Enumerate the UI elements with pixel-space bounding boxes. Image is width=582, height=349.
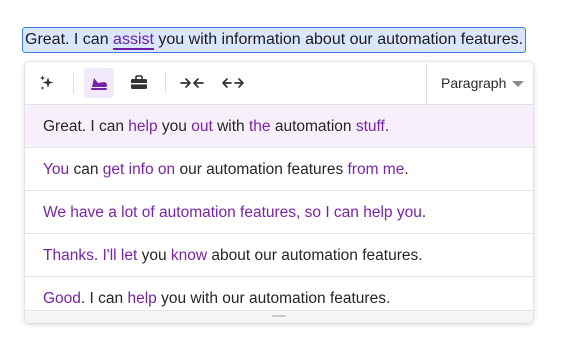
suggestion-changed-text: the <box>248 118 271 135</box>
suggestion-changed-text: Good <box>43 290 81 307</box>
briefcase-button[interactable] <box>124 68 154 98</box>
suggestion-changed-text: get info on <box>102 161 176 178</box>
suggestion-text: . <box>384 118 390 135</box>
rephrase-popup: Paragraph Great. I can help you out with… <box>25 62 533 323</box>
suggestion-changed-text: stuff <box>355 118 385 135</box>
toolbar-divider <box>165 72 166 94</box>
popup-resize-bar[interactable] <box>25 310 533 323</box>
suggestion-text: our automation features <box>175 161 348 178</box>
suggestion-text: Great. I can <box>43 118 129 135</box>
suggestion-changed-text: from me <box>347 161 405 178</box>
suggestion-changed-text: You <box>43 161 70 178</box>
suggestion-text: with <box>212 118 249 135</box>
suggestion-text: can <box>69 161 103 178</box>
suggestion-text: you <box>157 118 192 135</box>
selected-text[interactable]: Great. I can assist you with information… <box>22 27 527 53</box>
suggestion-text: . <box>404 161 409 178</box>
suggestion-list: Great. I can help you out with the autom… <box>25 105 533 320</box>
suggestion-text: automation <box>270 118 356 135</box>
suggestion-changed-text: help <box>127 290 157 307</box>
suggestion-changed-text: We have a lot of automation features, so… <box>43 204 422 221</box>
casual-tone-button[interactable] <box>84 68 114 98</box>
suggestion-text: you with our automation features. <box>156 290 391 307</box>
selected-text-before: Great. I can <box>25 31 114 48</box>
suggestion-item[interactable]: Great. I can help you out with the autom… <box>25 105 533 148</box>
sparkles-icon <box>40 75 54 90</box>
shorten-button[interactable] <box>177 68 207 98</box>
suggestion-changed-text: out <box>191 118 213 135</box>
sparkles-button[interactable] <box>32 68 62 98</box>
shorten-icon <box>180 78 204 88</box>
selected-text-after: you with information about our automatio… <box>153 31 524 48</box>
casual-tone-icon <box>91 78 107 90</box>
suggestion-changed-text: help <box>128 118 158 135</box>
briefcase-icon <box>131 75 147 89</box>
chevron-down-icon <box>512 81 524 87</box>
suggestion-item[interactable]: You can get info on our automation featu… <box>25 148 533 191</box>
suggestion-item[interactable]: We have a lot of automation features, so… <box>25 191 533 234</box>
paragraph-dropdown[interactable]: Paragraph <box>426 62 533 104</box>
resize-grip-icon <box>272 315 286 317</box>
suggestion-changed-text: Thanks <box>43 247 94 264</box>
suggestion-text: . <box>421 204 427 221</box>
suggestion-changed-text: know <box>170 247 208 264</box>
suggestion-text: you <box>137 247 171 264</box>
selected-text-highlight[interactable]: assist <box>113 31 154 50</box>
expand-button[interactable] <box>218 68 248 98</box>
toolbar-divider <box>73 72 74 94</box>
expand-icon <box>222 78 244 88</box>
suggestion-text: . I can <box>80 290 128 307</box>
rephrase-toolbar: Paragraph <box>25 62 533 105</box>
suggestion-text: about our automation features. <box>207 247 423 264</box>
suggestion-item[interactable]: Thanks. I'll let you know about our auto… <box>25 234 533 277</box>
paragraph-dropdown-label: Paragraph <box>441 75 507 91</box>
suggestion-changed-text: I'll let <box>102 247 138 264</box>
